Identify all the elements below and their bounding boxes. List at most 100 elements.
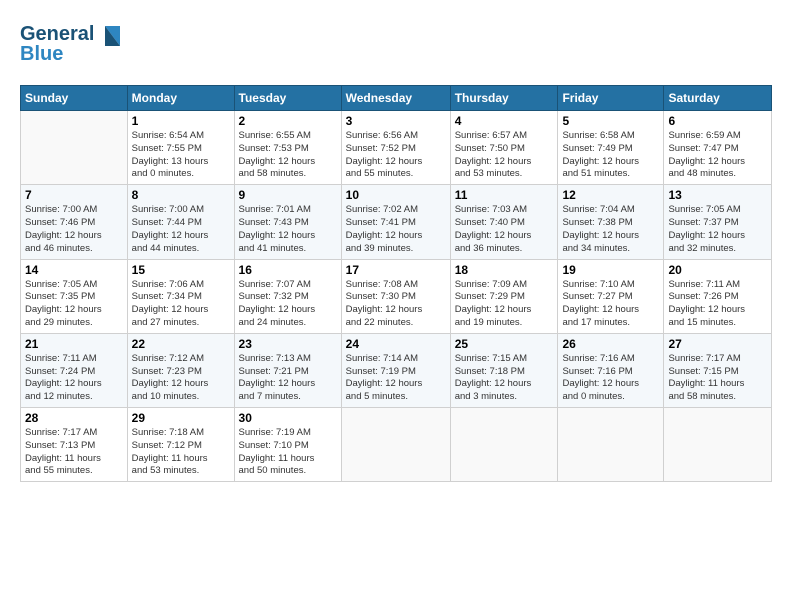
svg-text:Blue: Blue xyxy=(20,43,63,65)
calendar-cell: 8 Sunrise: 7:00 AM Sunset: 7:44 PM Daylig… xyxy=(127,185,234,259)
day-number: 11 xyxy=(455,188,554,202)
weekday-header-tuesday: Tuesday xyxy=(234,86,341,111)
calendar-body: 1 Sunrise: 6:54 AM Sunset: 7:55 PM Daylig… xyxy=(21,111,772,482)
day-number: 13 xyxy=(668,188,767,202)
calendar-cell: 18 Sunrise: 7:09 AM Sunset: 7:29 PM Dayli… xyxy=(450,259,558,333)
day-info: Sunrise: 7:08 AM Sunset: 7:30 PM Dayligh… xyxy=(346,279,446,330)
day-number: 24 xyxy=(346,337,446,351)
calendar-cell: 16 Sunrise: 7:07 AM Sunset: 7:32 PM Dayli… xyxy=(234,259,341,333)
day-info: Sunrise: 7:06 AM Sunset: 7:34 PM Dayligh… xyxy=(132,279,230,330)
calendar-cell xyxy=(341,408,450,482)
day-info: Sunrise: 7:17 AM Sunset: 7:15 PM Dayligh… xyxy=(668,353,767,404)
calendar-cell: 4 Sunrise: 6:57 AM Sunset: 7:50 PM Daylig… xyxy=(450,111,558,185)
day-info: Sunrise: 7:16 AM Sunset: 7:16 PM Dayligh… xyxy=(562,353,659,404)
day-number: 15 xyxy=(132,263,230,277)
day-info: Sunrise: 7:14 AM Sunset: 7:19 PM Dayligh… xyxy=(346,353,446,404)
calendar-cell: 28 Sunrise: 7:17 AM Sunset: 7:13 PM Dayli… xyxy=(21,408,128,482)
day-info: Sunrise: 7:07 AM Sunset: 7:32 PM Dayligh… xyxy=(239,279,337,330)
day-info: Sunrise: 6:59 AM Sunset: 7:47 PM Dayligh… xyxy=(668,130,767,181)
day-number: 30 xyxy=(239,411,337,425)
day-number: 26 xyxy=(562,337,659,351)
day-info: Sunrise: 7:09 AM Sunset: 7:29 PM Dayligh… xyxy=(455,279,554,330)
weekday-header-monday: Monday xyxy=(127,86,234,111)
calendar-cell: 17 Sunrise: 7:08 AM Sunset: 7:30 PM Dayli… xyxy=(341,259,450,333)
day-number: 14 xyxy=(25,263,123,277)
calendar-cell: 24 Sunrise: 7:14 AM Sunset: 7:19 PM Dayli… xyxy=(341,333,450,407)
day-number: 6 xyxy=(668,114,767,128)
day-info: Sunrise: 7:10 AM Sunset: 7:27 PM Dayligh… xyxy=(562,279,659,330)
calendar-cell: 11 Sunrise: 7:03 AM Sunset: 7:40 PM Dayli… xyxy=(450,185,558,259)
day-info: Sunrise: 6:54 AM Sunset: 7:55 PM Dayligh… xyxy=(132,130,230,181)
day-info: Sunrise: 6:58 AM Sunset: 7:49 PM Dayligh… xyxy=(562,130,659,181)
day-number: 5 xyxy=(562,114,659,128)
calendar-cell: 19 Sunrise: 7:10 AM Sunset: 7:27 PM Dayli… xyxy=(558,259,664,333)
day-info: Sunrise: 7:15 AM Sunset: 7:18 PM Dayligh… xyxy=(455,353,554,404)
calendar-week-row: 7 Sunrise: 7:00 AM Sunset: 7:46 PM Daylig… xyxy=(21,185,772,259)
day-info: Sunrise: 7:12 AM Sunset: 7:23 PM Dayligh… xyxy=(132,353,230,404)
calendar-week-row: 28 Sunrise: 7:17 AM Sunset: 7:13 PM Dayli… xyxy=(21,408,772,482)
day-info: Sunrise: 7:04 AM Sunset: 7:38 PM Dayligh… xyxy=(562,204,659,255)
calendar-cell: 25 Sunrise: 7:15 AM Sunset: 7:18 PM Dayli… xyxy=(450,333,558,407)
day-info: Sunrise: 7:05 AM Sunset: 7:37 PM Dayligh… xyxy=(668,204,767,255)
calendar-cell: 5 Sunrise: 6:58 AM Sunset: 7:49 PM Daylig… xyxy=(558,111,664,185)
header: General Blue xyxy=(20,18,772,73)
day-info: Sunrise: 7:00 AM Sunset: 7:46 PM Dayligh… xyxy=(25,204,123,255)
day-number: 20 xyxy=(668,263,767,277)
day-info: Sunrise: 7:02 AM Sunset: 7:41 PM Dayligh… xyxy=(346,204,446,255)
calendar-header-row: SundayMondayTuesdayWednesdayThursdayFrid… xyxy=(21,86,772,111)
weekday-header-saturday: Saturday xyxy=(664,86,772,111)
calendar-page: General Blue SundayMondayTuesdayWednesda… xyxy=(0,0,792,492)
calendar-cell xyxy=(450,408,558,482)
day-info: Sunrise: 7:13 AM Sunset: 7:21 PM Dayligh… xyxy=(239,353,337,404)
calendar-cell: 30Sunrise: 7:19 AM Sunset: 7:10 PM Dayli… xyxy=(234,408,341,482)
calendar-cell xyxy=(21,111,128,185)
calendar-cell: 22 Sunrise: 7:12 AM Sunset: 7:23 PM Dayli… xyxy=(127,333,234,407)
calendar-week-row: 14Sunrise: 7:05 AM Sunset: 7:35 PM Dayli… xyxy=(21,259,772,333)
calendar-cell: 21Sunrise: 7:11 AM Sunset: 7:24 PM Dayli… xyxy=(21,333,128,407)
day-info: Sunrise: 7:18 AM Sunset: 7:12 PM Dayligh… xyxy=(132,427,230,478)
day-number: 27 xyxy=(668,337,767,351)
day-info: Sunrise: 7:17 AM Sunset: 7:13 PM Dayligh… xyxy=(25,427,123,478)
calendar-cell: 27 Sunrise: 7:17 AM Sunset: 7:15 PM Dayli… xyxy=(664,333,772,407)
calendar-cell xyxy=(558,408,664,482)
calendar-cell: 15 Sunrise: 7:06 AM Sunset: 7:34 PM Dayli… xyxy=(127,259,234,333)
logo: General Blue xyxy=(20,18,130,73)
day-number: 7 xyxy=(25,188,123,202)
day-number: 8 xyxy=(132,188,230,202)
day-number: 23 xyxy=(239,337,337,351)
day-number: 1 xyxy=(132,114,230,128)
day-number: 18 xyxy=(455,263,554,277)
day-number: 28 xyxy=(25,411,123,425)
day-number: 3 xyxy=(346,114,446,128)
calendar-cell xyxy=(664,408,772,482)
day-number: 25 xyxy=(455,337,554,351)
day-number: 9 xyxy=(239,188,337,202)
calendar-week-row: 1 Sunrise: 6:54 AM Sunset: 7:55 PM Daylig… xyxy=(21,111,772,185)
day-info: Sunrise: 7:03 AM Sunset: 7:40 PM Dayligh… xyxy=(455,204,554,255)
weekday-header-wednesday: Wednesday xyxy=(341,86,450,111)
day-number: 22 xyxy=(132,337,230,351)
day-number: 17 xyxy=(346,263,446,277)
calendar-cell: 6 Sunrise: 6:59 AM Sunset: 7:47 PM Daylig… xyxy=(664,111,772,185)
calendar-cell: 29 Sunrise: 7:18 AM Sunset: 7:12 PM Dayli… xyxy=(127,408,234,482)
weekday-header-friday: Friday xyxy=(558,86,664,111)
day-number: 19 xyxy=(562,263,659,277)
day-info: Sunrise: 7:11 AM Sunset: 7:26 PM Dayligh… xyxy=(668,279,767,330)
logo-text: General Blue xyxy=(20,18,130,73)
calendar-cell: 26 Sunrise: 7:16 AM Sunset: 7:16 PM Dayli… xyxy=(558,333,664,407)
day-number: 4 xyxy=(455,114,554,128)
day-info: Sunrise: 7:00 AM Sunset: 7:44 PM Dayligh… xyxy=(132,204,230,255)
calendar-cell: 2Sunrise: 6:55 AM Sunset: 7:53 PM Daylig… xyxy=(234,111,341,185)
calendar-cell: 20 Sunrise: 7:11 AM Sunset: 7:26 PM Dayli… xyxy=(664,259,772,333)
calendar-week-row: 21Sunrise: 7:11 AM Sunset: 7:24 PM Dayli… xyxy=(21,333,772,407)
day-number: 21 xyxy=(25,337,123,351)
calendar-cell: 7 Sunrise: 7:00 AM Sunset: 7:46 PM Daylig… xyxy=(21,185,128,259)
day-number: 16 xyxy=(239,263,337,277)
calendar-cell: 9 Sunrise: 7:01 AM Sunset: 7:43 PM Daylig… xyxy=(234,185,341,259)
calendar-cell: 1 Sunrise: 6:54 AM Sunset: 7:55 PM Daylig… xyxy=(127,111,234,185)
day-info: Sunrise: 6:57 AM Sunset: 7:50 PM Dayligh… xyxy=(455,130,554,181)
day-info: Sunrise: 7:01 AM Sunset: 7:43 PM Dayligh… xyxy=(239,204,337,255)
day-number: 29 xyxy=(132,411,230,425)
day-info: Sunrise: 6:55 AM Sunset: 7:53 PM Dayligh… xyxy=(239,130,337,181)
weekday-header-sunday: Sunday xyxy=(21,86,128,111)
